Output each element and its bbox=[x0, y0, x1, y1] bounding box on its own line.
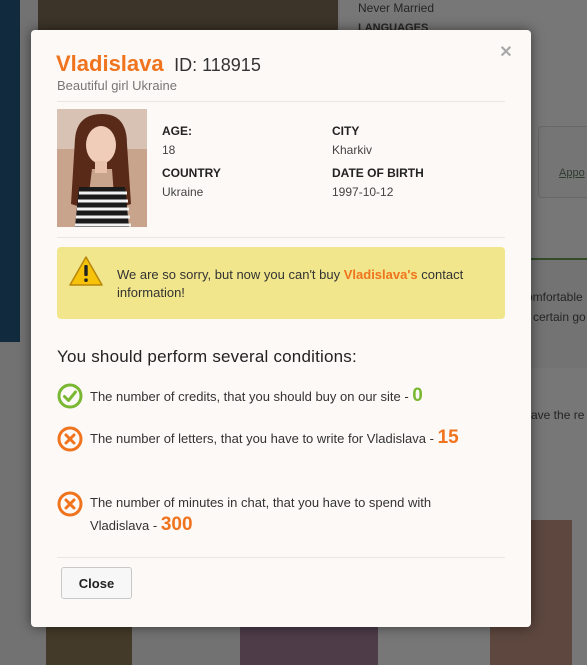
divider bbox=[57, 557, 505, 558]
profile-name[interactable]: Vladislava bbox=[56, 51, 164, 76]
condition-text: The number of credits, that you should b… bbox=[90, 385, 490, 408]
warning-icon bbox=[69, 256, 103, 286]
alert-message: We are so sorry, but now you can't buy V… bbox=[117, 266, 487, 302]
condition-description: The number of letters, that you have to … bbox=[90, 431, 438, 446]
alert-text-start: We are so sorry, but now you can't buy bbox=[117, 267, 344, 282]
profile-photo-image bbox=[57, 109, 147, 227]
divider bbox=[57, 237, 505, 238]
close-button[interactable]: Close bbox=[61, 567, 132, 599]
profile-id: ID: 118915 bbox=[174, 55, 261, 75]
condition-value: 15 bbox=[437, 427, 459, 448]
alert-highlight-name: Vladislava's bbox=[343, 267, 418, 282]
age-label: AGE: bbox=[162, 124, 192, 138]
country-label: COUNTRY bbox=[162, 166, 221, 180]
condition-value: 0 bbox=[412, 385, 423, 406]
modal-title: Vladislava ID: 118915 bbox=[56, 51, 261, 77]
dob-label: DATE OF BIRTH bbox=[332, 166, 424, 180]
city-value: Kharkiv bbox=[332, 143, 373, 157]
condition-description: The number of minutes in chat, that you … bbox=[90, 495, 432, 533]
close-icon[interactable]: ✕ bbox=[499, 45, 513, 61]
country-value: Ukraine bbox=[162, 185, 204, 199]
x-circle-icon bbox=[57, 426, 83, 452]
warning-alert: We are so sorry, but now you can't buy V… bbox=[57, 247, 505, 319]
divider bbox=[57, 101, 505, 102]
condition-text: The number of letters, that you have to … bbox=[90, 427, 490, 450]
age-value: 18 bbox=[162, 143, 176, 157]
condition-text: The number of minutes in chat, that you … bbox=[90, 492, 490, 537]
conditions-heading: You should perform several conditions: bbox=[57, 347, 357, 366]
condition-description: The number of credits, that you should b… bbox=[90, 389, 413, 404]
condition-value: 300 bbox=[160, 514, 193, 535]
profile-subtitle: Beautiful girl Ukraine bbox=[57, 78, 177, 93]
contact-info-modal: ✕ Vladislava ID: 118915 Beautiful girl U… bbox=[31, 30, 531, 627]
profile-photo[interactable] bbox=[57, 109, 147, 227]
x-circle-icon bbox=[57, 491, 83, 517]
check-circle-icon bbox=[57, 383, 83, 409]
city-label: CITY bbox=[332, 124, 360, 138]
dob-value: 1997-10-12 bbox=[332, 185, 394, 199]
